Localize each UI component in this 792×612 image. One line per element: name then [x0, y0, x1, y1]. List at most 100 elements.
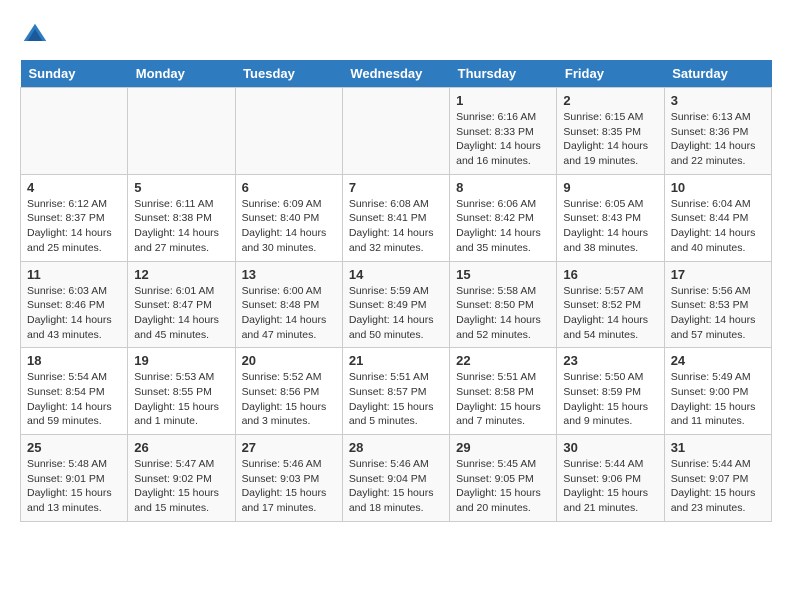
- calendar-cell: 19Sunrise: 5:53 AM Sunset: 8:55 PM Dayli…: [128, 348, 235, 435]
- logo: [20, 20, 54, 50]
- day-number: 28: [349, 440, 443, 455]
- day-info: Sunrise: 5:53 AM Sunset: 8:55 PM Dayligh…: [134, 370, 228, 429]
- calendar-week-row: 25 Sunrise: 5:48 AM Sunset: 9:01 PM Dayli…: [21, 435, 772, 522]
- calendar-cell: 20 Sunrise: 5:52 AM Sunset: 8:56 PM Dayli…: [235, 348, 342, 435]
- day-info: Sunrise: 5:52 AM Sunset: 8:56 PM Dayligh…: [242, 370, 336, 429]
- day-number: 11: [27, 267, 121, 282]
- day-info: Sunrise: 6:12 AM Sunset: 8:37 PM Dayligh…: [27, 197, 121, 256]
- day-info: Sunrise: 5:44 AM Sunset: 9:07 PM Dayligh…: [671, 457, 765, 516]
- calendar-cell: 28 Sunrise: 5:46 AM Sunset: 9:04 PM Dayli…: [342, 435, 449, 522]
- weekday-header-friday: Friday: [557, 60, 664, 88]
- day-number: 14: [349, 267, 443, 282]
- day-number: 20: [242, 353, 336, 368]
- calendar-cell: [235, 88, 342, 175]
- day-info: Sunrise: 6:04 AM Sunset: 8:44 PM Dayligh…: [671, 197, 765, 256]
- day-number: 16: [563, 267, 657, 282]
- calendar-cell: 22 Sunrise: 5:51 AM Sunset: 8:58 PM Dayli…: [450, 348, 557, 435]
- day-number: 1: [456, 93, 550, 108]
- day-number: 3: [671, 93, 765, 108]
- day-info: Sunrise: 5:49 AM Sunset: 9:00 PM Dayligh…: [671, 370, 765, 429]
- logo-icon: [20, 20, 50, 50]
- day-number: 31: [671, 440, 765, 455]
- calendar-cell: [342, 88, 449, 175]
- calendar-cell: 30 Sunrise: 5:44 AM Sunset: 9:06 PM Dayli…: [557, 435, 664, 522]
- day-info: Sunrise: 5:45 AM Sunset: 9:05 PM Dayligh…: [456, 457, 550, 516]
- calendar-week-row: 18Sunrise: 5:54 AM Sunset: 8:54 PM Dayli…: [21, 348, 772, 435]
- calendar-cell: 29 Sunrise: 5:45 AM Sunset: 9:05 PM Dayli…: [450, 435, 557, 522]
- day-info: Sunrise: 6:05 AM Sunset: 8:43 PM Dayligh…: [563, 197, 657, 256]
- day-info: Sunrise: 6:13 AM Sunset: 8:36 PM Dayligh…: [671, 110, 765, 169]
- calendar-cell: [128, 88, 235, 175]
- day-info: Sunrise: 5:57 AM Sunset: 8:52 PM Dayligh…: [563, 284, 657, 343]
- day-info: Sunrise: 5:47 AM Sunset: 9:02 PM Dayligh…: [134, 457, 228, 516]
- day-info: Sunrise: 6:01 AM Sunset: 8:47 PM Dayligh…: [134, 284, 228, 343]
- day-number: 25: [27, 440, 121, 455]
- calendar-cell: 13Sunrise: 6:00 AM Sunset: 8:48 PM Dayli…: [235, 261, 342, 348]
- day-info: Sunrise: 6:00 AM Sunset: 8:48 PM Dayligh…: [242, 284, 336, 343]
- day-number: 8: [456, 180, 550, 195]
- day-number: 21: [349, 353, 443, 368]
- calendar-cell: 16 Sunrise: 5:57 AM Sunset: 8:52 PM Dayli…: [557, 261, 664, 348]
- weekday-header-saturday: Saturday: [664, 60, 771, 88]
- day-info: Sunrise: 6:15 AM Sunset: 8:35 PM Dayligh…: [563, 110, 657, 169]
- calendar-cell: 12 Sunrise: 6:01 AM Sunset: 8:47 PM Dayli…: [128, 261, 235, 348]
- weekday-header-monday: Monday: [128, 60, 235, 88]
- weekday-header-wednesday: Wednesday: [342, 60, 449, 88]
- day-number: 12: [134, 267, 228, 282]
- weekday-header-tuesday: Tuesday: [235, 60, 342, 88]
- day-number: 7: [349, 180, 443, 195]
- calendar-week-row: 1 Sunrise: 6:16 AM Sunset: 8:33 PM Daylig…: [21, 88, 772, 175]
- day-number: 6: [242, 180, 336, 195]
- day-number: 27: [242, 440, 336, 455]
- day-number: 26: [134, 440, 228, 455]
- calendar-cell: 3 Sunrise: 6:13 AM Sunset: 8:36 PM Daylig…: [664, 88, 771, 175]
- calendar-cell: 14 Sunrise: 5:59 AM Sunset: 8:49 PM Dayli…: [342, 261, 449, 348]
- calendar-cell: 7Sunrise: 6:08 AM Sunset: 8:41 PM Daylig…: [342, 174, 449, 261]
- calendar-cell: 18Sunrise: 5:54 AM Sunset: 8:54 PM Dayli…: [21, 348, 128, 435]
- calendar-cell: 24 Sunrise: 5:49 AM Sunset: 9:00 PM Dayli…: [664, 348, 771, 435]
- day-number: 23: [563, 353, 657, 368]
- calendar-cell: 6 Sunrise: 6:09 AM Sunset: 8:40 PM Daylig…: [235, 174, 342, 261]
- calendar-cell: 4 Sunrise: 6:12 AM Sunset: 8:37 PM Daylig…: [21, 174, 128, 261]
- day-info: Sunrise: 5:44 AM Sunset: 9:06 PM Dayligh…: [563, 457, 657, 516]
- day-number: 24: [671, 353, 765, 368]
- calendar-cell: 23 Sunrise: 5:50 AM Sunset: 8:59 PM Dayli…: [557, 348, 664, 435]
- day-info: Sunrise: 5:48 AM Sunset: 9:01 PM Dayligh…: [27, 457, 121, 516]
- calendar-table: SundayMondayTuesdayWednesdayThursdayFrid…: [20, 60, 772, 522]
- weekday-header-row: SundayMondayTuesdayWednesdayThursdayFrid…: [21, 60, 772, 88]
- day-info: Sunrise: 5:59 AM Sunset: 8:49 PM Dayligh…: [349, 284, 443, 343]
- calendar-cell: 8Sunrise: 6:06 AM Sunset: 8:42 PM Daylig…: [450, 174, 557, 261]
- day-number: 5: [134, 180, 228, 195]
- calendar-week-row: 4 Sunrise: 6:12 AM Sunset: 8:37 PM Daylig…: [21, 174, 772, 261]
- day-info: Sunrise: 6:03 AM Sunset: 8:46 PM Dayligh…: [27, 284, 121, 343]
- day-number: 4: [27, 180, 121, 195]
- calendar-cell: 11 Sunrise: 6:03 AM Sunset: 8:46 PM Dayli…: [21, 261, 128, 348]
- calendar-cell: 21 Sunrise: 5:51 AM Sunset: 8:57 PM Dayli…: [342, 348, 449, 435]
- day-number: 22: [456, 353, 550, 368]
- day-number: 9: [563, 180, 657, 195]
- calendar-cell: 15 Sunrise: 5:58 AM Sunset: 8:50 PM Dayli…: [450, 261, 557, 348]
- calendar-week-row: 11 Sunrise: 6:03 AM Sunset: 8:46 PM Dayli…: [21, 261, 772, 348]
- day-info: Sunrise: 5:51 AM Sunset: 8:58 PM Dayligh…: [456, 370, 550, 429]
- day-info: Sunrise: 5:46 AM Sunset: 9:04 PM Dayligh…: [349, 457, 443, 516]
- day-info: Sunrise: 6:11 AM Sunset: 8:38 PM Dayligh…: [134, 197, 228, 256]
- day-info: Sunrise: 5:58 AM Sunset: 8:50 PM Dayligh…: [456, 284, 550, 343]
- day-info: Sunrise: 5:46 AM Sunset: 9:03 PM Dayligh…: [242, 457, 336, 516]
- day-info: Sunrise: 6:16 AM Sunset: 8:33 PM Dayligh…: [456, 110, 550, 169]
- day-info: Sunrise: 5:54 AM Sunset: 8:54 PM Dayligh…: [27, 370, 121, 429]
- day-number: 29: [456, 440, 550, 455]
- calendar-cell: 25 Sunrise: 5:48 AM Sunset: 9:01 PM Dayli…: [21, 435, 128, 522]
- day-number: 2: [563, 93, 657, 108]
- calendar-cell: 10 Sunrise: 6:04 AM Sunset: 8:44 PM Dayli…: [664, 174, 771, 261]
- day-number: 15: [456, 267, 550, 282]
- page-header: [20, 20, 772, 50]
- day-info: Sunrise: 6:09 AM Sunset: 8:40 PM Dayligh…: [242, 197, 336, 256]
- day-info: Sunrise: 5:50 AM Sunset: 8:59 PM Dayligh…: [563, 370, 657, 429]
- calendar-cell: 1 Sunrise: 6:16 AM Sunset: 8:33 PM Daylig…: [450, 88, 557, 175]
- calendar-cell: 9 Sunrise: 6:05 AM Sunset: 8:43 PM Daylig…: [557, 174, 664, 261]
- calendar-cell: 2 Sunrise: 6:15 AM Sunset: 8:35 PM Daylig…: [557, 88, 664, 175]
- calendar-cell: 26 Sunrise: 5:47 AM Sunset: 9:02 PM Dayli…: [128, 435, 235, 522]
- day-number: 30: [563, 440, 657, 455]
- day-info: Sunrise: 5:51 AM Sunset: 8:57 PM Dayligh…: [349, 370, 443, 429]
- day-number: 10: [671, 180, 765, 195]
